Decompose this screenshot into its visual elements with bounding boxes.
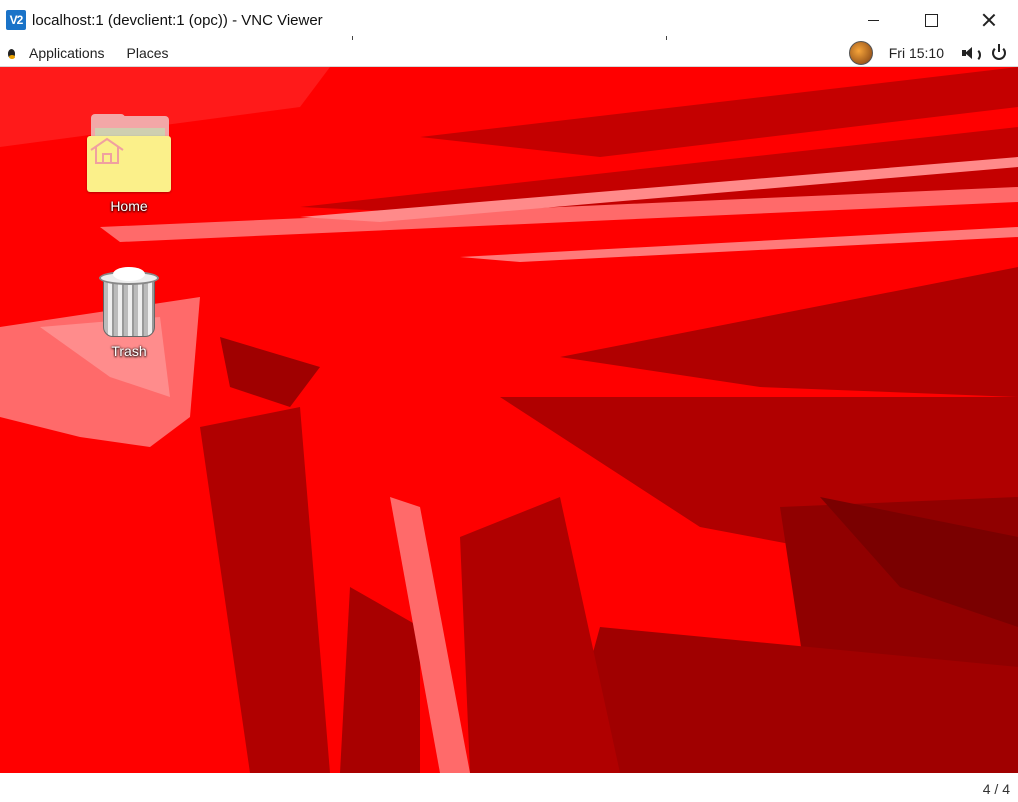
window-controls (844, 0, 1018, 40)
gnome-top-bar: Applications Places Fri 15:10 (0, 40, 1018, 67)
vnc-viewer-logo-icon: V2 (6, 10, 26, 30)
desktop-icon-trash[interactable]: Trash (84, 267, 174, 359)
desktop-icon-home[interactable]: Home (84, 114, 174, 214)
page-count: 4 / 4 (982, 781, 1010, 797)
vnc-status-bar: 4 / 4 (0, 773, 1018, 802)
close-icon (982, 13, 996, 27)
minimize-icon (867, 19, 879, 21)
vnc-title-bar: V2 localhost:1 (devclient:1 (opc)) - VNC… (0, 0, 1018, 43)
system-tray: Fri 15:10 (848, 40, 1018, 66)
trash-label: Trash (111, 343, 147, 359)
home-folder-icon (87, 114, 171, 194)
places-menu[interactable]: Places (116, 40, 180, 66)
close-button[interactable] (960, 0, 1018, 40)
home-label: Home (110, 198, 148, 214)
power-icon[interactable] (992, 44, 1006, 60)
maximize-icon (924, 13, 938, 27)
user-avatar-icon[interactable] (848, 41, 873, 65)
trash-icon (99, 267, 159, 339)
minimize-button[interactable] (844, 0, 902, 40)
desktop[interactable]: Home Trash (0, 67, 1018, 773)
applications-foot-icon (6, 46, 18, 60)
maximize-button[interactable] (902, 0, 960, 40)
clock[interactable]: Fri 15:10 (889, 45, 944, 61)
window-title: localhost:1 (devclient:1 (opc)) - VNC Vi… (32, 11, 323, 29)
applications-menu[interactable]: Applications (18, 40, 116, 66)
volume-icon[interactable] (962, 46, 981, 62)
